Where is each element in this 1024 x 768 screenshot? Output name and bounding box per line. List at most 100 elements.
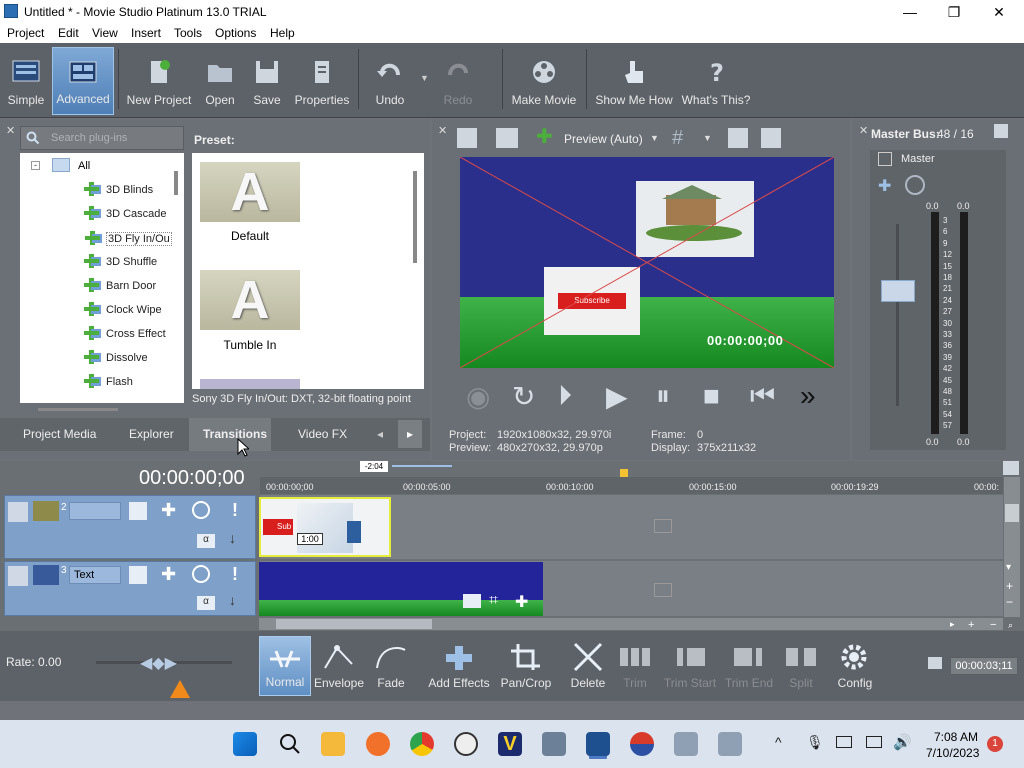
rate-slider[interactable]: ◀◆▶ — [140, 653, 186, 672]
minimize-button[interactable]: — — [896, 2, 924, 22]
envelope-edit-tool[interactable]: Envelope — [313, 636, 365, 696]
master-fader[interactable] — [881, 280, 915, 302]
tab-video-fx[interactable]: Video FX — [298, 427, 347, 441]
play-from-start-button[interactable]: ⏵ — [558, 380, 572, 413]
video-clip-event[interactable]: Sub 1:00 — [259, 497, 391, 557]
record-button[interactable]: ◉ — [466, 380, 490, 413]
add-effects-button[interactable]: Add Effects — [423, 636, 495, 696]
tab-scroll-right-icon[interactable]: ▸ — [398, 420, 422, 448]
tab-explorer[interactable]: Explorer — [129, 427, 174, 441]
event-pan-crop-icon[interactable]: ⌗ — [489, 592, 498, 610]
track-expand-icon[interactable] — [8, 566, 28, 586]
go-to-start-button[interactable]: ⏮ — [750, 380, 775, 413]
tree-root-all[interactable]: All — [78, 160, 90, 172]
search-input[interactable]: Search plug-ins — [20, 126, 184, 150]
undo-button[interactable]: Undo — [364, 47, 416, 115]
save-snapshot-icon[interactable] — [761, 128, 781, 148]
preset-tumble-in-label[interactable]: Tumble In — [192, 338, 308, 352]
tab-scroll-left-icon[interactable]: ◂ — [368, 420, 392, 448]
video-output-fx-icon[interactable] — [457, 128, 477, 148]
plugin-flash[interactable]: Flash — [84, 374, 133, 388]
plugin-3d-cascade[interactable]: 3D Cascade — [84, 206, 167, 220]
overlay-grid-icon[interactable]: # — [672, 128, 683, 148]
advanced-button[interactable]: Advanced — [52, 47, 114, 115]
config-button[interactable]: Config — [830, 636, 880, 696]
notification-badge[interactable]: 1 — [987, 736, 1003, 752]
plugin-dissolve[interactable]: Dissolve — [84, 350, 148, 364]
plugin-clock-wipe[interactable]: Clock Wipe — [84, 302, 162, 316]
maximize-button[interactable]: ❐ — [940, 2, 968, 22]
tab-transitions[interactable]: Transitions — [203, 427, 267, 441]
keyboard-icon[interactable] — [836, 736, 852, 748]
taskbar-search-icon[interactable] — [279, 733, 301, 755]
make-movie-button[interactable]: Make Movie — [508, 47, 580, 115]
settings-gear-icon[interactable] — [542, 732, 566, 756]
open-button[interactable]: Open — [198, 47, 242, 115]
media-app-icon[interactable] — [630, 732, 654, 756]
stop-button[interactable]: ■ — [703, 380, 720, 412]
new-project-button[interactable]: New Project — [124, 47, 194, 115]
preview-quality-select[interactable]: Preview (Auto) — [564, 132, 643, 146]
show-hidden-icons[interactable]: ^ — [775, 734, 782, 750]
properties-button[interactable]: Properties — [292, 47, 352, 115]
horiz-zoom-out-icon[interactable]: − — [990, 619, 996, 631]
timeline-scroll-thumb[interactable] — [276, 619, 432, 629]
master-insert-fx-icon[interactable]: ✚ — [878, 176, 891, 196]
show-me-how-button[interactable]: Show Me How — [592, 47, 676, 115]
tree-collapse-icon[interactable]: - — [31, 161, 40, 170]
close-button[interactable]: ✕ — [985, 2, 1013, 22]
loop-region-marker[interactable]: -2:04 — [360, 461, 388, 472]
pan-crop-button[interactable]: Pan/Crop — [496, 636, 556, 696]
loop-region-bar[interactable] — [392, 465, 452, 467]
scroll-down-icon[interactable]: ▾ — [1006, 562, 1011, 573]
clock-date[interactable]: 7/10/2023 — [926, 746, 979, 760]
track-mute-icon[interactable] — [192, 501, 210, 519]
preset-scrollbar[interactable] — [413, 171, 417, 263]
network-icon[interactable] — [866, 736, 882, 748]
preset-default-label[interactable]: Default — [192, 229, 308, 243]
plugin-cross-effect[interactable]: Cross Effect — [84, 326, 166, 340]
zoom-in-icon[interactable]: + — [1006, 579, 1013, 593]
track-alpha-icon[interactable]: α — [197, 534, 215, 548]
track-name-input[interactable] — [69, 502, 121, 520]
track-name-input[interactable]: Text — [69, 566, 121, 584]
menu-help[interactable]: Help — [270, 26, 295, 40]
preset-tumble-in-thumb[interactable]: A — [200, 270, 300, 330]
normal-edit-tool[interactable]: Normal — [259, 636, 311, 696]
plugin-3d-fly-in-out[interactable]: 3D Fly In/Ou — [85, 231, 172, 246]
plugin-vertical-scrollbar[interactable] — [174, 171, 178, 195]
menu-project[interactable]: Project — [7, 26, 44, 40]
network-app-icon-2[interactable] — [718, 732, 742, 756]
copy-snapshot-icon[interactable] — [728, 128, 748, 148]
fade-edit-tool[interactable]: Fade — [367, 636, 415, 696]
track-fx-icon[interactable]: ✚ — [161, 501, 176, 519]
plugin-horizontal-scrollbar[interactable] — [38, 408, 118, 411]
undo-dropdown-icon[interactable]: ▼ — [420, 73, 429, 83]
track-level-icon[interactable]: ↓ — [229, 592, 236, 608]
video-preview[interactable]: Subscribe 00:00:00;00 — [460, 157, 834, 368]
track-header-text[interactable]: 3 Text ✚ ! α ↓ — [4, 561, 256, 616]
master-mute-icon[interactable] — [905, 175, 925, 195]
master-properties-icon[interactable] — [994, 124, 1008, 138]
compositing-mode-icon[interactable] — [129, 502, 147, 520]
horiz-zoom-in-icon[interactable]: + — [968, 619, 974, 631]
plugin-3d-shuffle[interactable]: 3D Shuffle — [84, 254, 157, 268]
clock-time[interactable]: 7:08 AM — [934, 730, 978, 744]
timeline-ruler[interactable]: 00:00:00;00 00:00:05:00 00:00:10:00 00:0… — [260, 477, 1003, 494]
chrome-icon[interactable] — [410, 732, 434, 756]
network-app-icon[interactable] — [674, 732, 698, 756]
movavi-icon[interactable]: V — [498, 732, 522, 756]
pause-button[interactable]: ⏸ — [656, 380, 670, 413]
firefox-icon[interactable] — [366, 732, 390, 756]
whats-this-button[interactable]: ? What's This? — [680, 47, 752, 115]
save-button[interactable]: Save — [246, 47, 288, 115]
master-fx-icon[interactable] — [878, 152, 892, 166]
plugin-3d-blinds[interactable]: 3D Blinds — [84, 182, 153, 196]
menu-options[interactable]: Options — [215, 26, 256, 40]
timeline-marker-icon[interactable] — [1003, 461, 1019, 475]
menu-edit[interactable]: Edit — [58, 26, 79, 40]
track-mute-icon[interactable] — [192, 565, 210, 583]
compositing-mode-icon[interactable] — [129, 566, 147, 584]
simple-button[interactable]: Simple — [2, 47, 50, 115]
preview-quality-dropdown-icon[interactable]: ▼ — [650, 133, 659, 143]
